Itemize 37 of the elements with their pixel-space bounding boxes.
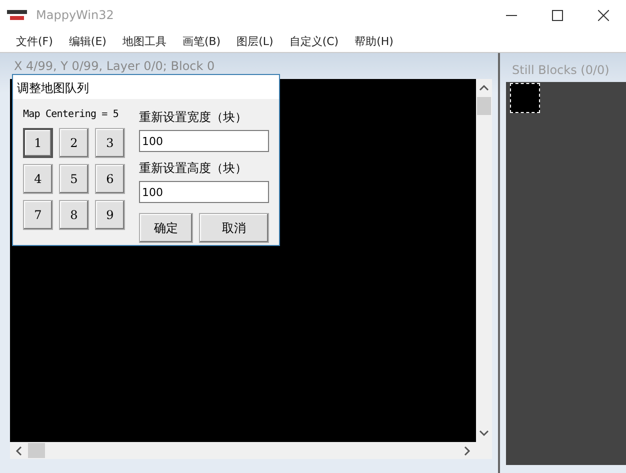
cancel-button[interactable]: 取消 [199, 213, 269, 243]
centering-button[interactable]: 7 [23, 200, 53, 230]
menu-item[interactable]: 画笔(B) [174, 32, 229, 50]
centering-button[interactable]: 1 [23, 128, 53, 158]
chevron-down-icon[interactable] [479, 428, 489, 438]
chevron-up-icon[interactable] [479, 83, 489, 93]
chevron-left-icon[interactable] [14, 446, 24, 456]
app-icon [6, 8, 28, 22]
maximize-icon [552, 10, 562, 20]
width-field[interactable]: 100 [139, 130, 269, 152]
panel-title: Still Blocks (0/0) [511, 62, 610, 79]
height-label: 重新设置高度（块） [139, 160, 248, 177]
dialog-title: 调整地图队列 [13, 75, 279, 99]
height-field[interactable]: 100 [139, 181, 269, 203]
centering-label: Map Centering = 5 [23, 109, 120, 120]
menu-item[interactable]: 地图工具 [114, 32, 174, 50]
menu-item[interactable]: 编辑(E) [60, 32, 114, 50]
centering-button[interactable]: 8 [59, 200, 89, 230]
centering-button[interactable]: 4 [23, 164, 53, 194]
centering-button[interactable]: 6 [95, 164, 125, 194]
centering-button[interactable]: 9 [95, 200, 125, 230]
status-text: X 4/99, Y 0/99, Layer 0/0; Block 0 [13, 58, 216, 75]
ok-button[interactable]: 确定 [139, 213, 193, 243]
menu-item[interactable]: 帮助(H) [346, 32, 402, 50]
centering-button[interactable]: 2 [59, 128, 89, 158]
centering-button[interactable]: 3 [95, 128, 125, 158]
chevron-right-icon[interactable] [462, 446, 472, 456]
close-icon [598, 10, 608, 20]
width-label: 重新设置宽度（块） [139, 109, 248, 126]
menu-item[interactable]: 文件(F) [8, 32, 61, 50]
centering-button[interactable]: 5 [59, 164, 89, 194]
scroll-thumb[interactable] [28, 443, 45, 458]
menu-item[interactable]: 图层(L) [228, 32, 282, 50]
menu-item[interactable]: 自定义(C) [281, 32, 347, 50]
window-title: MappyWin32 [36, 8, 115, 22]
scroll-thumb[interactable] [477, 97, 491, 115]
block-tile[interactable] [510, 83, 540, 113]
